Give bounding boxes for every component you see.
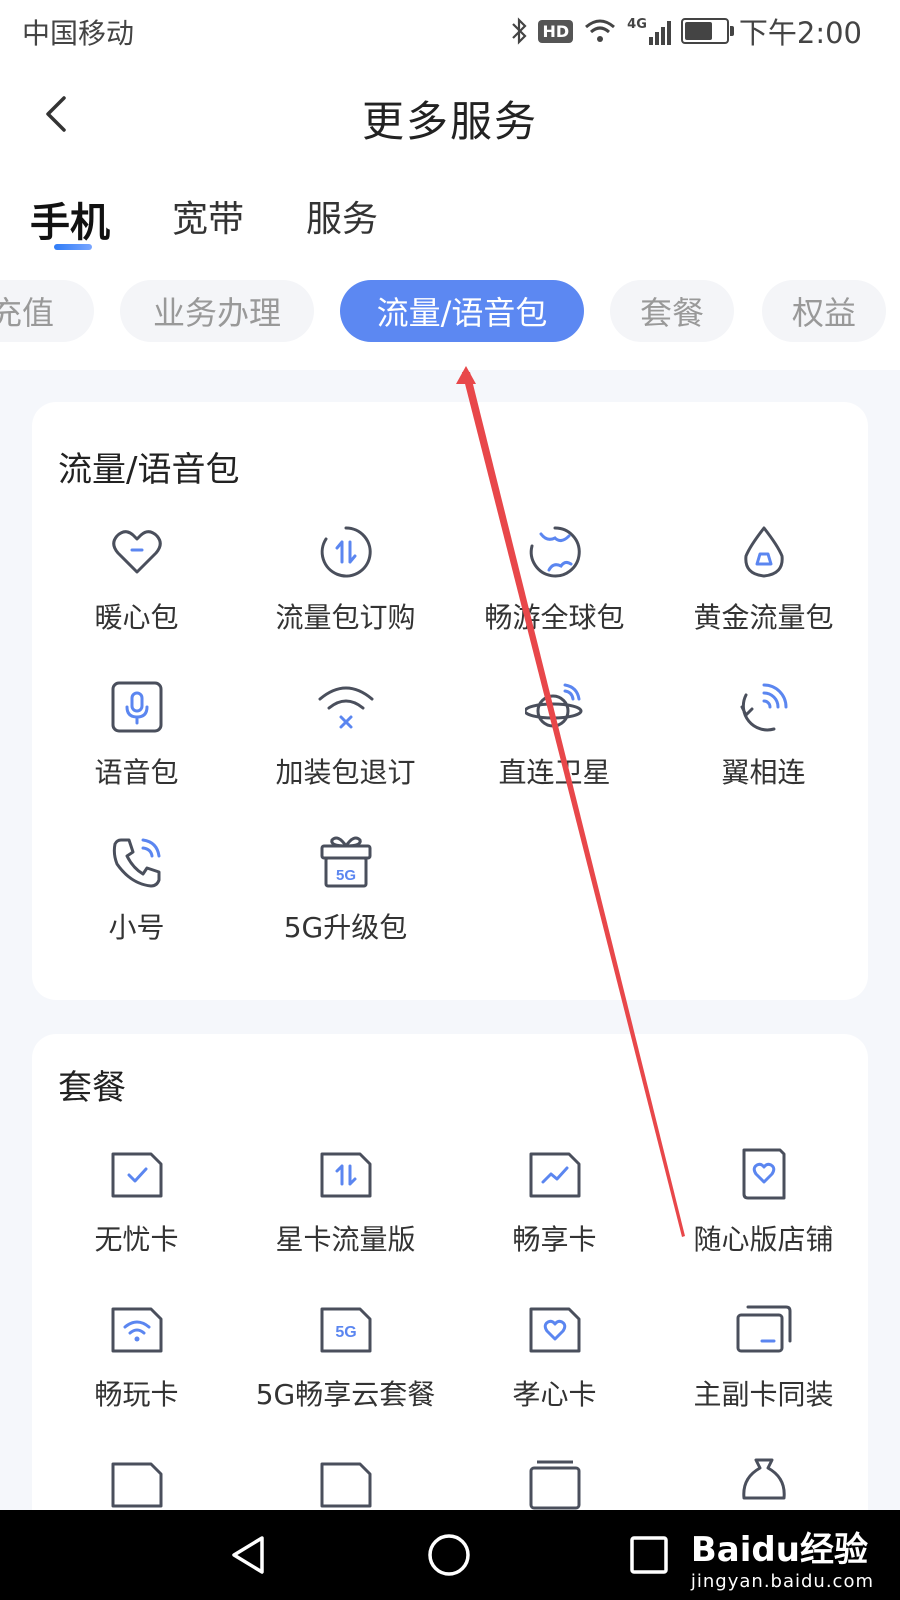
nav-back-icon[interactable] [226,1532,272,1578]
sim-heart-icon [525,1299,585,1359]
service-label: 小号 [108,911,165,944]
microphone-icon [107,677,167,737]
network-type: 4G [627,17,647,32]
card-stack-icon [525,1454,585,1514]
nav-recents-icon[interactable] [628,1534,670,1576]
page-title: 更多服务 [361,97,538,146]
active-tab-indicator [54,244,92,250]
signal-icon: 4G [627,17,671,45]
dual-card-icon [734,1299,794,1359]
service-item[interactable]: 小号 [32,832,241,946]
svg-text:5G: 5G [335,1324,356,1341]
battery-icon [680,18,734,44]
globe-icon [525,522,585,582]
wifi-cancel-icon [316,677,376,737]
drop-icon [734,522,794,582]
sim-wifi-icon [107,1299,167,1359]
heart-icon [107,522,167,582]
chip-benefits[interactable]: 权益 [762,280,886,342]
service-item[interactable]: 加装包退订 [241,677,450,791]
service-item[interactable]: 畅游全球包 [450,522,659,636]
sim-data-icon [316,1144,376,1204]
hd-badge: HD [538,19,574,43]
plan-item[interactable]: 畅享卡 [450,1144,659,1258]
satellite-icon [524,677,585,737]
section-card-data-voice: 流量/语音包 暖心包 流量包订购 畅游全球包 黄金流量包 语音包 加装包退订 直… [32,402,868,1000]
plan-item[interactable]: 畅玩卡 [32,1299,241,1413]
plan-item[interactable]: 星卡流量版 [241,1144,450,1258]
service-item[interactable]: 直连卫星 [450,677,659,791]
plan-item[interactable]: 随心版店铺 [659,1144,868,1258]
status-icons: HD 4G 下午2:00 [510,10,862,52]
chip-plans[interactable]: 套餐 [610,280,734,342]
chip-data-voice[interactable]: 流量/语音包 [340,280,584,342]
service-label: 黄金流量包 [693,601,834,634]
plan-item[interactable] [241,1454,450,1514]
plan-label: 畅享卡 [512,1223,597,1256]
plan-label: 主副卡同装 [693,1378,834,1411]
plan-label: 5G畅享云套餐 [255,1378,436,1411]
watermark-brand: Baidu经验 [690,1530,868,1570]
plan-item[interactable] [659,1454,868,1514]
status-bar: 中国移动 HD 4G 下午2:00 [0,0,900,62]
chip-recharge[interactable]: 充值 [0,280,94,342]
service-label: 流量包订购 [275,601,416,634]
section-card-plans: 套餐 无忧卡 星卡流量版 畅享卡 随心版店铺 畅玩卡 5G 5G畅享云套餐 孝心… [32,1034,868,1534]
plan-item[interactable]: 无忧卡 [32,1144,241,1258]
sim-yuan-icon [107,1454,167,1514]
tab-phone[interactable]: 手机 [30,190,110,248]
service-item[interactable]: 暖心包 [32,522,241,636]
service-label: 翼相连 [721,756,806,789]
service-item[interactable]: 翼相连 [659,677,868,791]
service-item[interactable]: 黄金流量包 [659,522,868,636]
money-bag-icon [734,1454,794,1514]
sim-5g-icon: 5G [316,1299,376,1359]
chip-business[interactable]: 业务办理 [120,280,314,342]
section-title: 流量/语音包 [58,450,240,490]
service-label: 加装包退订 [275,756,416,789]
phone-call-icon [107,832,167,892]
watermark-url: jingyan.baidu.com [690,1571,874,1592]
service-label: 5G升级包 [283,911,408,944]
plan-item[interactable]: 主副卡同装 [659,1299,868,1413]
tab-service[interactable]: 服务 [306,190,378,248]
plan-item[interactable] [32,1454,241,1514]
service-item[interactable]: 流量包订购 [241,522,450,636]
carrier-name: 中国移动 [22,17,135,50]
sim-chart-icon [525,1144,585,1204]
bluetooth-icon [512,17,528,45]
wifi-icon [585,19,616,42]
tab-broadband[interactable]: 宽带 [172,190,244,248]
plan-label: 无忧卡 [94,1223,179,1256]
service-label: 直连卫星 [498,756,611,789]
service-label: 畅游全球包 [484,601,625,634]
plan-label: 随心版店铺 [693,1223,834,1256]
category-chips: 充值 业务办理 流量/语音包 套餐 权益 [0,278,900,348]
clock: 下午2:00 [738,16,862,50]
connect-signal-icon [734,677,794,737]
plan-item[interactable]: 孝心卡 [450,1299,659,1413]
data-transfer-icon [316,522,376,582]
plan-label: 孝心卡 [512,1378,597,1411]
plan-label: 星卡流量版 [275,1223,416,1256]
plan-item[interactable] [450,1454,659,1514]
main-tabs: 手机 宽带 服务 [30,190,440,248]
service-label: 语音包 [94,756,179,789]
service-item[interactable]: 语音包 [32,677,241,791]
baidu-watermark: Baidu经验 jingyan.baidu.com [691,1522,874,1592]
plan-label: 畅玩卡 [94,1378,179,1411]
nav-home-icon[interactable] [426,1532,472,1578]
sim-check-icon [107,1144,167,1204]
sim-card-icon [316,1454,376,1514]
sim-heart-icon [734,1144,794,1204]
5g-gift-icon: 5G [316,832,376,892]
service-label: 暖心包 [94,601,179,634]
plan-item[interactable]: 5G 5G畅享云套餐 [241,1299,450,1413]
service-item[interactable]: 5G 5G升级包 [241,832,450,946]
svg-text:5G: 5G [335,867,355,884]
section-title: 套餐 [58,1068,126,1108]
